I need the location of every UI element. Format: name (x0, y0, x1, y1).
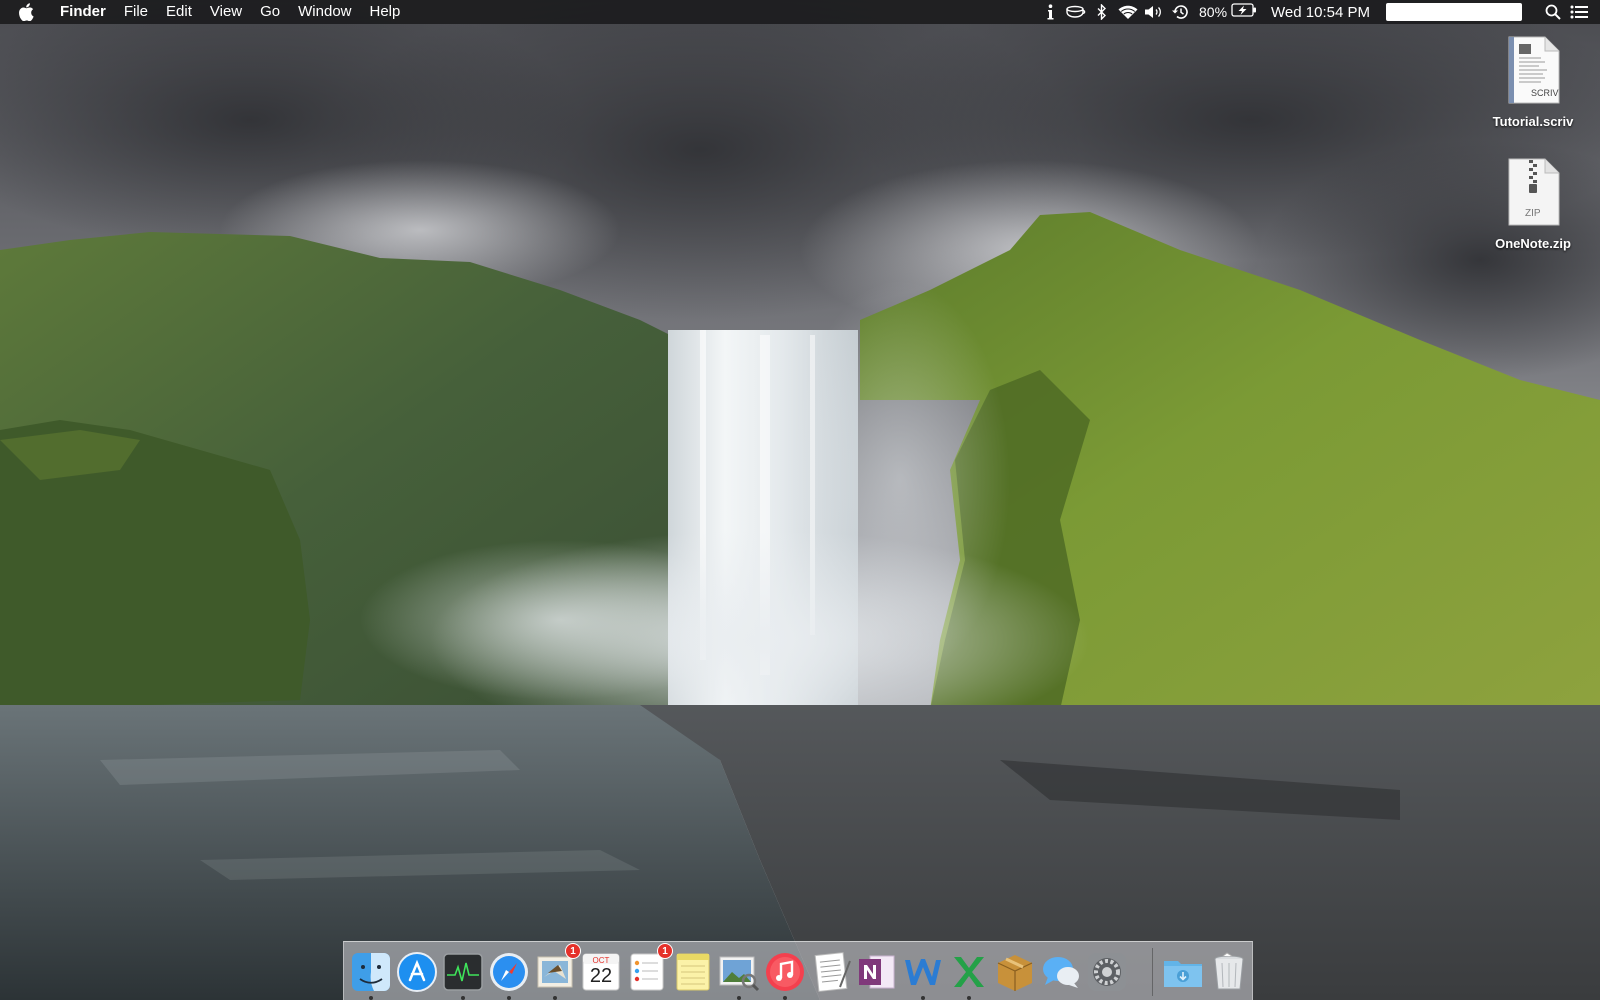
running-indicator (461, 996, 465, 1000)
running-indicator (553, 996, 557, 1000)
onenote-icon (859, 955, 895, 989)
downloads-folder-icon (1164, 961, 1202, 987)
dock-reminders[interactable]: 1 (626, 943, 673, 993)
finder-icon (352, 953, 390, 991)
trash-icon (1214, 952, 1244, 990)
dock-itunes[interactable] (764, 951, 806, 1000)
itunes-icon (766, 953, 804, 991)
battery-status-item[interactable] (1231, 3, 1257, 21)
battery-charging-icon (1231, 3, 1257, 17)
dock-activity-monitor[interactable] (442, 951, 484, 1000)
apple-menu[interactable] (0, 0, 52, 24)
running-indicator (967, 996, 971, 1000)
desktop-file-label: OneNote.zip (1495, 236, 1571, 251)
menu-bar: Finder File Edit View Go Window Help 80%… (0, 0, 1600, 24)
dock-messages[interactable] (1040, 951, 1082, 993)
textedit-icon (814, 952, 851, 992)
notes-icon (676, 953, 710, 991)
calendar-month: OCT (592, 956, 610, 965)
desktop-file-label: Tutorial.scriv (1492, 114, 1574, 129)
dock: 1 OCT 22 1 (343, 941, 1253, 1000)
menu-file[interactable]: File (115, 0, 157, 24)
caffeine-status-item[interactable] (1063, 0, 1089, 24)
preview-icon (719, 956, 760, 992)
archive-utility-icon (997, 955, 1033, 991)
scrivener-document-icon: SCRIV (1505, 36, 1561, 104)
bluetooth-icon (1097, 4, 1107, 20)
battery-percentage[interactable]: 80% (1199, 4, 1227, 20)
time-machine-status-item[interactable] (1167, 0, 1193, 24)
apple-logo-icon (19, 3, 34, 21)
word-icon (905, 959, 941, 985)
dock-app-store[interactable] (396, 951, 438, 993)
safari-icon (490, 953, 528, 991)
wifi-status-item[interactable] (1115, 0, 1141, 24)
menu-app-name[interactable]: Finder (52, 0, 115, 24)
desktop-wallpaper (0, 0, 1600, 1000)
bluetooth-status-item[interactable] (1089, 0, 1115, 24)
coffee-cup-icon (1066, 5, 1086, 18)
notification-center-icon (1570, 5, 1588, 19)
dock-word[interactable] (902, 951, 944, 1000)
dock-finder[interactable] (350, 951, 392, 1000)
dock-downloads-stack[interactable] (1162, 951, 1204, 993)
calendar-day: 22 (589, 965, 613, 987)
menu-window[interactable]: Window (289, 0, 360, 24)
notification-center-button[interactable] (1566, 0, 1592, 24)
running-indicator (783, 996, 787, 1000)
excel-icon (954, 957, 984, 987)
notification-badge: 1 (657, 943, 673, 959)
info-status-item[interactable] (1037, 0, 1063, 24)
menu-view[interactable]: View (201, 0, 251, 24)
menu-go[interactable]: Go (251, 0, 289, 24)
dock-trash[interactable] (1208, 951, 1250, 993)
time-machine-icon (1172, 5, 1188, 19)
dock-preview[interactable] (718, 951, 760, 1000)
app-store-icon (397, 952, 437, 992)
activity-monitor-icon (443, 953, 483, 991)
volume-status-item[interactable] (1141, 0, 1167, 24)
desktop-file-tutorial-scriv[interactable]: SCRIV Tutorial.scriv (1463, 36, 1600, 129)
dock-mail[interactable]: 1 (534, 943, 581, 1000)
dock-archive-utility[interactable] (994, 951, 1036, 993)
file-type-tag: SCRIV (1531, 88, 1559, 98)
running-indicator (507, 996, 511, 1000)
wifi-icon (1118, 5, 1138, 19)
running-indicator (737, 996, 741, 1000)
volume-icon (1145, 6, 1161, 18)
running-indicator (369, 996, 373, 1000)
menu-help[interactable]: Help (361, 0, 410, 24)
menubar-clock[interactable]: Wed 10:54 PM (1271, 4, 1370, 21)
zip-archive-icon: ZIP (1505, 158, 1561, 226)
dock-safari[interactable] (488, 951, 530, 1000)
file-type-tag: ZIP (1525, 208, 1541, 219)
spotlight-button[interactable] (1540, 0, 1566, 24)
dock-notes[interactable] (672, 951, 714, 993)
menu-edit[interactable]: Edit (157, 0, 201, 24)
dock-calendar[interactable]: OCT 22 (580, 951, 622, 993)
messages-icon (1043, 957, 1079, 988)
menubar-search-field[interactable] (1386, 3, 1522, 21)
dock-separator (1152, 948, 1153, 996)
running-indicator (921, 996, 925, 1000)
dock-onenote[interactable] (856, 951, 898, 993)
dock-system-preferences[interactable] (1086, 951, 1128, 993)
info-icon (1047, 4, 1054, 20)
dock-textedit[interactable] (810, 951, 852, 993)
desktop-file-onenote-zip[interactable]: ZIP OneNote.zip (1463, 158, 1600, 251)
system-preferences-icon (1088, 953, 1126, 991)
notification-badge: 1 (565, 943, 581, 959)
search-icon (1545, 4, 1561, 20)
dock-excel[interactable] (948, 951, 990, 1000)
